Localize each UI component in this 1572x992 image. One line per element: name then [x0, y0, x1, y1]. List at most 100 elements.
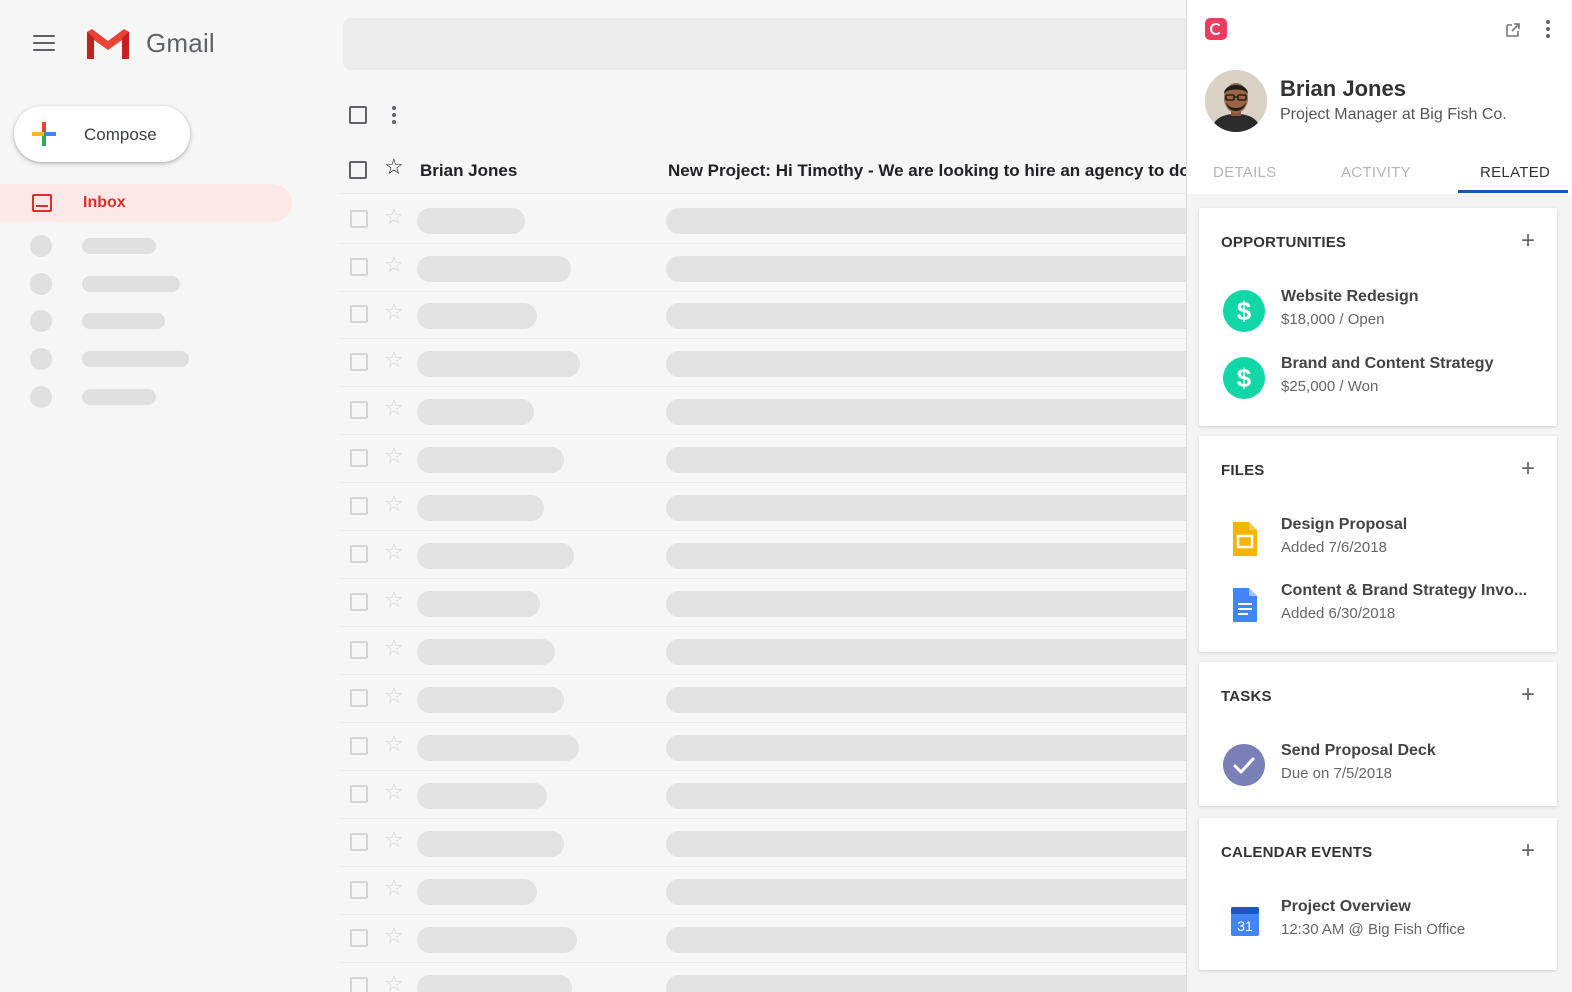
- email-row-placeholder[interactable]: ☆: [338, 675, 1186, 723]
- item-title: Content & Brand Strategy Invo...: [1281, 582, 1528, 599]
- row-checkbox[interactable]: [350, 593, 368, 611]
- section-title: OPPORTUNITIES: [1221, 234, 1347, 251]
- star-icon[interactable]: ☆: [384, 349, 404, 371]
- sidebar-label-placeholder: [82, 389, 156, 405]
- check-icon[interactable]: [1223, 744, 1265, 786]
- star-icon[interactable]: ☆: [384, 445, 404, 467]
- add-file-button[interactable]: +: [1521, 457, 1535, 481]
- sender-placeholder: [417, 879, 537, 905]
- email-row-placeholder[interactable]: ☆: [338, 531, 1186, 579]
- item-detail: 12:30 AM @ Big Fish Office: [1281, 921, 1466, 938]
- star-icon[interactable]: ☆: [384, 541, 404, 563]
- row-checkbox[interactable]: [350, 785, 368, 803]
- star-icon[interactable]: ☆: [384, 254, 404, 276]
- email-row-placeholder[interactable]: ☆: [338, 483, 1186, 531]
- row-checkbox[interactable]: [350, 977, 368, 992]
- opportunity-item[interactable]: $ Brand and Content Strategy $25,000 / W…: [1199, 349, 1557, 405]
- email-row-placeholder[interactable]: ☆: [338, 435, 1186, 483]
- email-row-placeholder[interactable]: ☆: [338, 196, 1186, 244]
- row-checkbox[interactable]: [350, 210, 368, 228]
- row-checkbox[interactable]: [350, 401, 368, 419]
- star-icon[interactable]: ☆: [384, 206, 404, 228]
- sender-placeholder: [417, 687, 564, 713]
- subject-placeholder: [666, 351, 1186, 377]
- tab-related[interactable]: RELATED: [1480, 164, 1550, 181]
- file-item[interactable]: Content & Brand Strategy Invo... Added 6…: [1199, 576, 1557, 632]
- email-row-placeholder[interactable]: ☆: [338, 627, 1186, 675]
- gmail-header: Gmail: [0, 0, 1186, 88]
- add-opportunity-button[interactable]: +: [1521, 229, 1535, 253]
- row-checkbox[interactable]: [350, 641, 368, 659]
- email-row-placeholder[interactable]: ☆: [338, 819, 1186, 867]
- row-checkbox[interactable]: [350, 353, 368, 371]
- row-checkbox[interactable]: [350, 689, 368, 707]
- sender-placeholder: [417, 639, 555, 665]
- add-event-button[interactable]: +: [1521, 839, 1535, 863]
- file-item[interactable]: Design Proposal Added 7/6/2018: [1199, 510, 1557, 566]
- subject-placeholder: [666, 639, 1186, 665]
- star-icon[interactable]: ☆: [384, 589, 404, 611]
- star-icon[interactable]: ☆: [384, 733, 404, 755]
- sidebar-icon-placeholder: [30, 386, 52, 408]
- open-external-icon[interactable]: [1505, 22, 1521, 38]
- email-row-placeholder[interactable]: ☆: [338, 339, 1186, 387]
- star-icon[interactable]: ☆: [384, 685, 404, 707]
- star-icon[interactable]: ☆: [384, 493, 404, 515]
- star-icon[interactable]: ☆: [384, 829, 404, 851]
- email-row-placeholder[interactable]: ☆: [338, 771, 1186, 819]
- subject-placeholder: [666, 879, 1186, 905]
- row-checkbox[interactable]: [350, 833, 368, 851]
- email-row[interactable]: ☆ Brian Jones New Project: Hi Timothy - …: [338, 146, 1186, 194]
- sender-placeholder: [417, 447, 564, 473]
- panel-more-icon[interactable]: [1546, 20, 1550, 38]
- row-checkbox[interactable]: [350, 497, 368, 515]
- item-detail: $18,000 / Open: [1281, 311, 1385, 328]
- star-icon[interactable]: ☆: [384, 301, 404, 323]
- sender-placeholder: [417, 735, 579, 761]
- tab-activity[interactable]: ACTIVITY: [1341, 164, 1411, 181]
- row-checkbox[interactable]: [350, 449, 368, 467]
- subject-placeholder: [666, 735, 1186, 761]
- item-detail: Added 6/30/2018: [1281, 605, 1396, 622]
- email-row-placeholder[interactable]: ☆: [338, 963, 1186, 992]
- star-icon[interactable]: ☆: [384, 925, 404, 947]
- star-icon[interactable]: ☆: [384, 637, 404, 659]
- email-row-placeholder[interactable]: ☆: [338, 915, 1186, 963]
- row-checkbox[interactable]: [349, 161, 367, 179]
- row-checkbox[interactable]: [350, 258, 368, 276]
- row-checkbox[interactable]: [350, 305, 368, 323]
- email-row-placeholder[interactable]: ☆: [338, 867, 1186, 915]
- opportunity-item[interactable]: $ Website Redesign $18,000 / Open: [1199, 282, 1557, 338]
- task-item[interactable]: Send Proposal Deck Due on 7/5/2018: [1199, 736, 1557, 792]
- compose-button[interactable]: Compose: [14, 106, 190, 162]
- email-row-placeholder[interactable]: ☆: [338, 723, 1186, 771]
- gmail-window: Gmail Compose Inbox ☆ Brian Jones New Pr…: [0, 0, 1186, 992]
- select-all-checkbox[interactable]: [349, 106, 367, 124]
- opportunities-card: OPPORTUNITIES + $ Website Redesign $18,0…: [1199, 208, 1557, 426]
- main-menu-icon[interactable]: [33, 35, 55, 51]
- row-checkbox[interactable]: [350, 881, 368, 899]
- search-bar[interactable]: [343, 18, 1186, 70]
- star-icon[interactable]: ☆: [384, 877, 404, 899]
- star-icon[interactable]: ☆: [384, 156, 404, 178]
- row-checkbox[interactable]: [350, 545, 368, 563]
- email-row-placeholder[interactable]: ☆: [338, 387, 1186, 435]
- star-icon[interactable]: ☆: [384, 973, 404, 992]
- sidebar-item-inbox[interactable]: Inbox: [0, 184, 292, 222]
- item-detail: Added 7/6/2018: [1281, 539, 1387, 556]
- calendar-event-item[interactable]: 31 Project Overview 12:30 AM @ Big Fish …: [1199, 892, 1557, 948]
- email-row-placeholder[interactable]: ☆: [338, 244, 1186, 292]
- more-actions-icon[interactable]: [392, 106, 396, 124]
- sender-placeholder: [417, 208, 525, 234]
- sender-placeholder: [417, 543, 574, 569]
- star-icon[interactable]: ☆: [384, 781, 404, 803]
- email-row-placeholder[interactable]: ☆: [338, 291, 1186, 339]
- email-row-placeholder[interactable]: ☆: [338, 579, 1186, 627]
- tab-details[interactable]: DETAILS: [1213, 164, 1277, 181]
- row-checkbox[interactable]: [350, 929, 368, 947]
- row-checkbox[interactable]: [350, 737, 368, 755]
- star-icon[interactable]: ☆: [384, 397, 404, 419]
- subject-placeholder: [666, 399, 1186, 425]
- gmail-logo-icon[interactable]: [84, 26, 132, 62]
- add-task-button[interactable]: +: [1521, 683, 1535, 707]
